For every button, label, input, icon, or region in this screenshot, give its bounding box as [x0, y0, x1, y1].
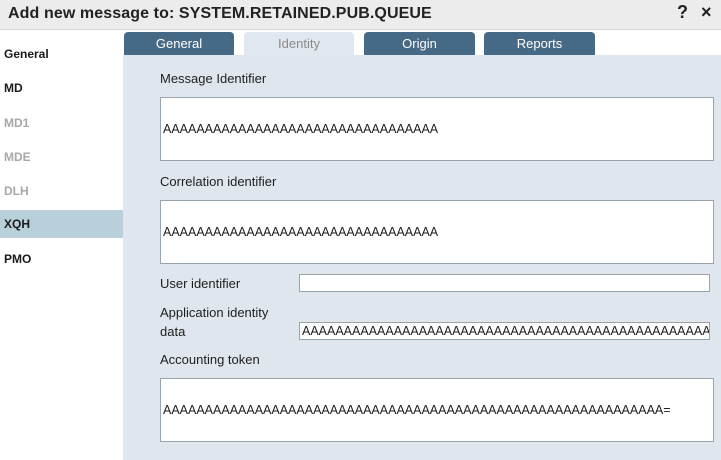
- correlation-identifier-field[interactable]: AAAAAAAAAAAAAAAAAAAAAAAAAAAAAAAAA: [160, 200, 714, 264]
- application-identity-data-label-line2: data: [160, 324, 186, 339]
- accounting-token-label: Accounting token: [160, 352, 260, 367]
- application-identity-data-label-line1: Application identity: [160, 305, 269, 320]
- sidebar-item-md[interactable]: MD: [0, 74, 123, 102]
- close-icon[interactable]: ×: [701, 2, 712, 23]
- correlation-identifier-label: Correlation identifier: [160, 174, 277, 189]
- tab-identity[interactable]: Identity: [244, 32, 354, 55]
- section-sidebar: General MD MD1 MDE DLH XQH PMO: [0, 30, 123, 460]
- message-identifier-field[interactable]: AAAAAAAAAAAAAAAAAAAAAAAAAAAAAAAAA: [160, 97, 714, 161]
- help-icon[interactable]: ?: [677, 2, 688, 23]
- tab-bar: General Identity Origin Reports: [123, 30, 721, 55]
- tab-reports[interactable]: Reports: [484, 32, 595, 55]
- dialog-title: Add new message to: SYSTEM.RETAINED.PUB.…: [8, 5, 432, 22]
- message-identifier-label: Message Identifier: [160, 71, 267, 86]
- sidebar-item-xqh[interactable]: XQH: [0, 210, 123, 238]
- sidebar-item-general[interactable]: General: [0, 40, 123, 68]
- tab-general[interactable]: General: [124, 32, 234, 55]
- user-identifier-field[interactable]: [299, 274, 710, 292]
- dialog-title-bar: Add new message to: SYSTEM.RETAINED.PUB.…: [0, 0, 721, 30]
- application-identity-data-field[interactable]: AAAAAAAAAAAAAAAAAAAAAAAAAAAAAAAAAAAAAAAA…: [299, 322, 710, 340]
- sidebar-item-mde: MDE: [4, 150, 31, 164]
- user-identifier-label: User identifier: [160, 276, 241, 291]
- tab-origin[interactable]: Origin: [364, 32, 475, 55]
- sidebar-item-md1: MD1: [4, 116, 30, 130]
- sidebar-item-dlh: DLH: [4, 184, 29, 198]
- accounting-token-field[interactable]: AAAAAAAAAAAAAAAAAAAAAAAAAAAAAAAAAAAAAAAA…: [160, 378, 714, 442]
- identity-panel: Message Identifier AAAAAAAAAAAAAAAAAAAAA…: [123, 55, 721, 460]
- sidebar-item-pmo[interactable]: PMO: [0, 245, 123, 273]
